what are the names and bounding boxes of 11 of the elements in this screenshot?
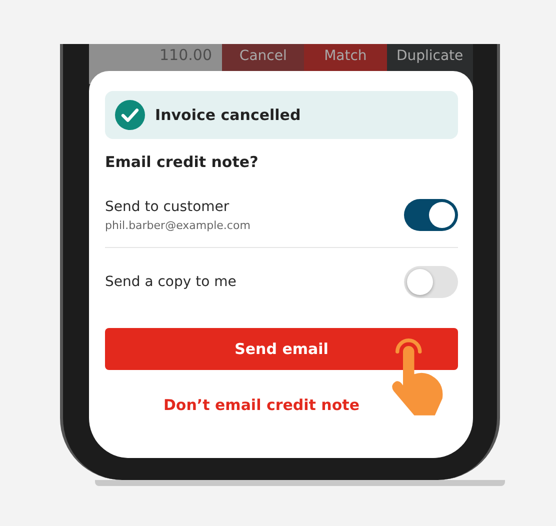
- check-icon: [115, 100, 145, 130]
- toggle-switch[interactable]: [404, 266, 458, 298]
- option-label: Send a copy to me: [105, 274, 236, 290]
- banner-text: Invoice cancelled: [155, 106, 301, 124]
- sheet-title: Email credit note?: [105, 153, 260, 171]
- dont-email-link[interactable]: Don’t email credit note: [163, 396, 360, 414]
- toggle-switch[interactable]: [404, 199, 458, 231]
- email-address: phil.barber@example.com: [105, 218, 250, 232]
- option-label: Send to customer: [105, 198, 230, 214]
- amount-text: 110.00: [160, 46, 212, 66]
- send-email-button[interactable]: Send email: [105, 328, 458, 370]
